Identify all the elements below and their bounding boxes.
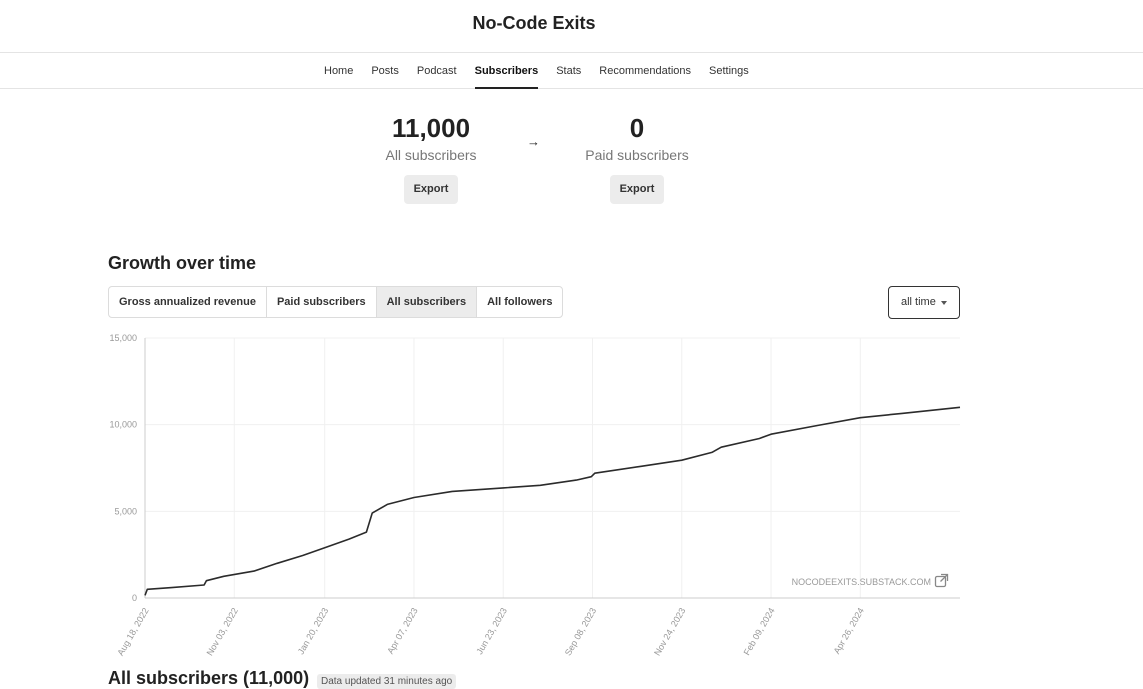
x-tick-label: Jun 23, 2023 <box>474 606 509 656</box>
x-tick-label: Apr 07, 2023 <box>385 606 419 656</box>
range-select[interactable]: all time <box>888 286 960 319</box>
caret-down-icon <box>941 301 947 305</box>
arrow-right-icon: → <box>527 134 540 149</box>
y-tick-label: 0 <box>132 593 137 603</box>
export-paid-button[interactable]: Export <box>609 175 665 204</box>
x-tick-label: Sep 08, 2023 <box>563 606 598 657</box>
site-title[interactable]: No-Code Exits <box>0 13 1068 34</box>
paid-subscribers-count: 0 <box>629 113 645 143</box>
tab-podcast[interactable]: Podcast <box>408 53 466 89</box>
growth-chart: 0 5,000 10,000 15,000 Aug 18, 2022 Nov 03, 20… <box>109 333 961 657</box>
tab-subscribers[interactable]: Subscribers <box>466 53 548 89</box>
x-tick-label: Nov 03, 2022 <box>205 606 240 657</box>
tab-home[interactable]: Home <box>324 53 362 89</box>
paid-subscribers-label: Paid subscribers <box>585 147 689 163</box>
tab-stats[interactable]: Stats <box>547 53 590 89</box>
subscribers-list-title: All subscribers (11,000) <box>108 668 310 688</box>
top-nav: Home Posts Podcast Subscribers Stats Recommen… <box>0 52 1143 89</box>
export-all-button[interactable]: Export <box>403 175 459 204</box>
x-tick-label: Nov 24, 2023 <box>652 606 687 657</box>
range-select-value: all time <box>901 296 936 308</box>
external-link-icon[interactable] <box>934 573 949 588</box>
x-tick-label: Aug 18, 2022 <box>115 606 150 657</box>
tab-recommendations[interactable]: Recommendations <box>590 53 700 89</box>
x-tick-label: Jan 20, 2023 <box>296 606 331 656</box>
x-tick-label: Apr 26, 2024 <box>832 606 866 656</box>
tab-settings[interactable]: Settings <box>700 53 758 89</box>
metric-segmented-control: Gross annualized revenue Paid subscribers… <box>108 286 564 318</box>
segment-all-subscribers[interactable]: All subscribers <box>376 287 478 317</box>
all-subscribers-label: All subscribers <box>385 147 477 163</box>
segment-gross-annualized-revenue[interactable]: Gross annualized revenue <box>109 287 267 317</box>
chart-watermark: NOCODEEXITS.SUBSTACK.COM <box>792 577 931 587</box>
segment-all-followers[interactable]: All followers <box>477 287 562 317</box>
growth-title: Growth over time <box>108 253 257 273</box>
y-tick-label: 15,000 <box>109 333 137 343</box>
all-subscribers-stat: 11,000 All subscribers Export <box>356 113 506 204</box>
y-tick-label: 5,000 <box>114 506 137 516</box>
x-tick-label: Feb 09, 2024 <box>742 606 777 657</box>
nav-tabs: Home Posts Podcast Subscribers Stats Recommen… <box>324 53 758 89</box>
all-subscribers-count: 11,000 <box>391 113 471 143</box>
y-tick-label: 10,000 <box>109 420 137 430</box>
tab-posts[interactable]: Posts <box>362 53 408 89</box>
paid-subscribers-stat: 0 Paid subscribers Export <box>562 113 712 204</box>
series-line-0 <box>144 406 961 596</box>
segment-paid-subscribers[interactable]: Paid subscribers <box>267 287 377 317</box>
